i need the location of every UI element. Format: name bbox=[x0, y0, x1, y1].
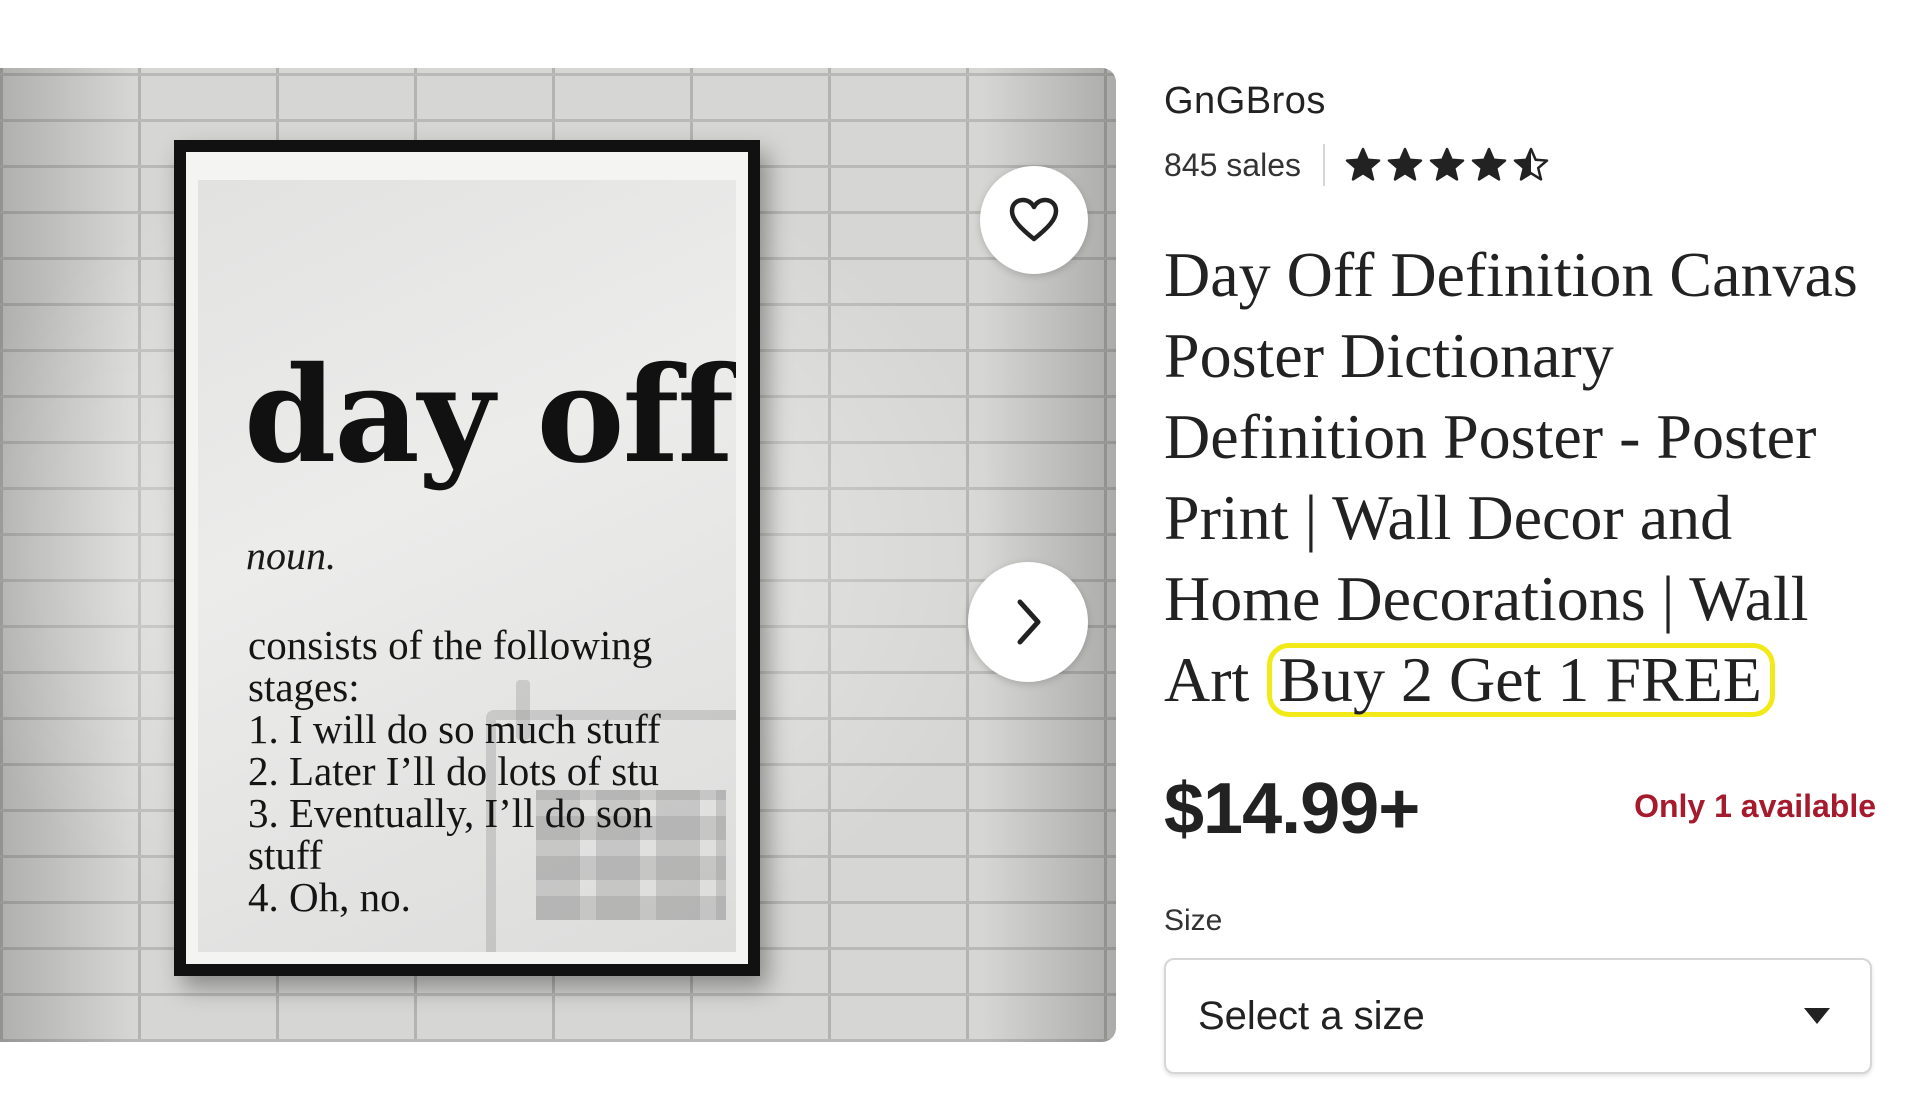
poster-definition-line: 1. I will do so much stuff bbox=[248, 706, 661, 752]
promo-highlight: Buy 2 Get 1 FREE bbox=[1267, 643, 1775, 717]
star-full-icon bbox=[1387, 147, 1423, 181]
poster-frame: day off noun. consists of the following … bbox=[174, 140, 760, 976]
star-full-icon bbox=[1429, 147, 1465, 181]
shop-meta: 845 sales bbox=[1164, 142, 1549, 188]
star-half-icon bbox=[1513, 147, 1549, 181]
heart-outline-icon bbox=[1009, 197, 1059, 242]
poster-part-of-speech: noun. bbox=[246, 533, 336, 578]
size-label: Size bbox=[1164, 904, 1223, 937]
favorite-button[interactable] bbox=[980, 166, 1088, 274]
listing-page: day off noun. consists of the following … bbox=[0, 0, 1924, 1104]
listing-price: $14.99+ bbox=[1164, 769, 1420, 849]
poster-definition-line: 4. Oh, no. bbox=[248, 874, 411, 920]
chevron-right-icon bbox=[1017, 599, 1041, 645]
sales-count: 845 sales bbox=[1164, 146, 1301, 183]
poster-definition-line: stages: bbox=[248, 664, 360, 710]
poster-definition-line: 3. Eventually, I’ll do son bbox=[248, 790, 653, 836]
listing-title: Day Off Definition Canvas Poster Diction… bbox=[1164, 234, 1876, 720]
size-select-value: Select a size bbox=[1198, 993, 1425, 1038]
poster-definition-line: 2. Later I’ll do lots of stu bbox=[248, 748, 660, 794]
poster-print: day off noun. consists of the following … bbox=[198, 180, 736, 952]
listing-image-gallery[interactable]: day off noun. consists of the following … bbox=[0, 68, 1116, 1042]
size-select[interactable]: Select a size bbox=[1164, 958, 1872, 1074]
poster-definition-line: consists of the following bbox=[248, 622, 653, 668]
star-rating[interactable] bbox=[1345, 147, 1549, 183]
poster-definition: consists of the following stages: 1. I w… bbox=[248, 624, 736, 918]
meta-divider bbox=[1322, 144, 1325, 186]
poster-headword: day off bbox=[244, 338, 734, 493]
shop-name-link[interactable]: GnGBros bbox=[1164, 80, 1326, 123]
star-full-icon bbox=[1471, 147, 1507, 181]
next-image-button[interactable] bbox=[968, 562, 1088, 682]
caret-down-icon bbox=[1804, 1008, 1830, 1024]
poster-definition-line: stuff bbox=[248, 832, 323, 878]
star-full-icon bbox=[1345, 147, 1381, 181]
availability-notice: Only 1 available bbox=[1634, 788, 1876, 824]
